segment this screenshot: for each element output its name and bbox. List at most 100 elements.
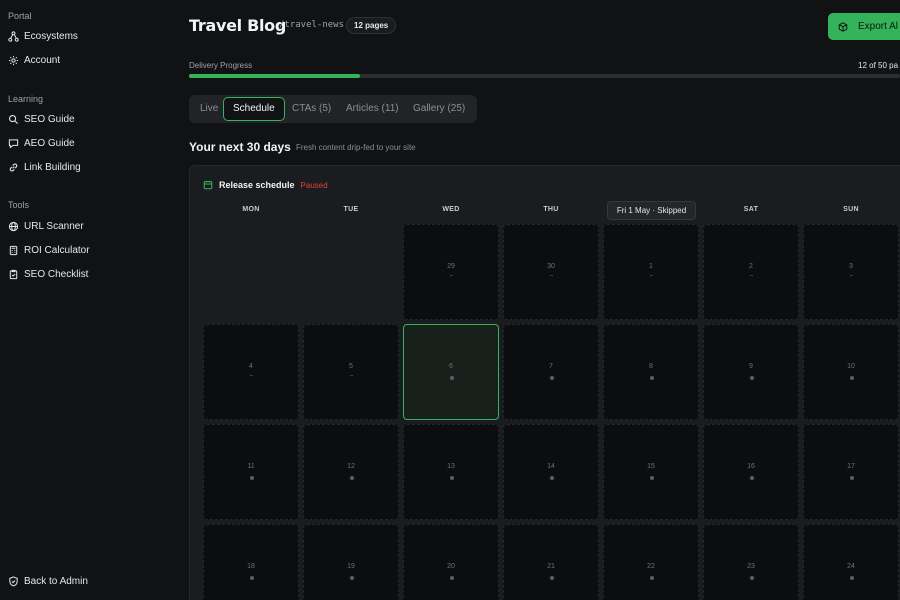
sidebar-heading: Portal bbox=[8, 11, 32, 21]
day-number: 30 bbox=[547, 263, 555, 270]
calendar-day[interactable]: 7 bbox=[503, 324, 599, 420]
export-button-label: Export Al bbox=[858, 21, 899, 32]
sidebar-item-url-scanner[interactable]: URL Scanner bbox=[0, 214, 172, 238]
calendar-day[interactable]: 4 bbox=[203, 324, 299, 420]
day-number: 12 bbox=[347, 463, 355, 470]
calendar-day[interactable]: 1 bbox=[603, 224, 699, 320]
delivery-progress-count: 12 of 50 pa bbox=[858, 61, 899, 70]
delivery-progress-bar bbox=[189, 74, 900, 78]
calendar-day[interactable]: 22 bbox=[603, 524, 699, 600]
scheduled-dot bbox=[350, 576, 354, 580]
day-number: 1 bbox=[649, 263, 653, 270]
sidebar-item-seo-guide[interactable]: SEO Guide bbox=[0, 107, 172, 131]
sidebar-item-ecosystems[interactable]: Ecosystems bbox=[0, 24, 172, 48]
day-number: 21 bbox=[547, 563, 555, 570]
calendar-day[interactable]: 12 bbox=[303, 424, 399, 520]
weekday-sun: SUN bbox=[843, 206, 859, 213]
calendar-day[interactable]: 23 bbox=[703, 524, 799, 600]
calendar-day[interactable]: 13 bbox=[403, 424, 499, 520]
sidebar-item-link-building[interactable]: Link Building bbox=[0, 155, 172, 179]
tab-bar: Live Schedule CTAs (5) Articles (11) Gal… bbox=[189, 95, 477, 123]
sidebar-item-label: Link Building bbox=[24, 161, 81, 173]
tab-gallery[interactable]: Gallery (25) bbox=[413, 95, 465, 123]
tab-live[interactable]: Live bbox=[200, 95, 218, 123]
clipboard-check-icon bbox=[9, 269, 18, 279]
sidebar-item-aeo-guide[interactable]: AEO Guide bbox=[0, 131, 172, 155]
calendar-icon bbox=[203, 180, 213, 190]
day-number: 24 bbox=[847, 563, 855, 570]
globe-icon bbox=[8, 221, 19, 231]
sidebar-item-roi-calculator[interactable]: ROI Calculator bbox=[0, 238, 172, 262]
site-slug: /travel-news bbox=[279, 20, 345, 30]
export-button[interactable]: Export Al bbox=[828, 13, 900, 40]
calendar-day[interactable]: 3 bbox=[803, 224, 899, 320]
calendar-day[interactable]: 8 bbox=[603, 324, 699, 420]
scheduled-dot bbox=[650, 476, 654, 480]
scheduled-dot bbox=[550, 476, 554, 480]
day-number: 7 bbox=[549, 363, 553, 370]
calendar-day[interactable]: 5 bbox=[303, 324, 399, 420]
day-number: 17 bbox=[847, 463, 855, 470]
calendar-day[interactable]: 10 bbox=[803, 324, 899, 420]
day-number: 20 bbox=[447, 563, 455, 570]
scheduled-dot bbox=[450, 576, 454, 580]
weekday-thu: THU bbox=[543, 206, 559, 213]
sidebar-heading: Tools bbox=[8, 200, 30, 210]
scheduled-dot bbox=[650, 376, 654, 380]
calendar-day[interactable]: 11 bbox=[203, 424, 299, 520]
network-icon bbox=[8, 30, 19, 42]
back-to-admin-link[interactable]: Back to Admin bbox=[0, 569, 172, 593]
sidebar-item-label: Back to Admin bbox=[24, 575, 88, 587]
tab-ctas[interactable]: CTAs (5) bbox=[292, 95, 331, 123]
sidebar-section-learning: Learning SEO Guide AEO Guide Link Buildi… bbox=[0, 92, 172, 179]
sidebar-item-label: URL Scanner bbox=[24, 220, 84, 232]
scheduled-dot bbox=[450, 376, 454, 380]
calendar-day[interactable]: 16 bbox=[703, 424, 799, 520]
scheduled-dot bbox=[850, 376, 854, 380]
empty-marker bbox=[350, 375, 353, 376]
search-icon bbox=[9, 114, 19, 124]
empty-marker bbox=[450, 275, 453, 276]
delivery-progress-fill bbox=[189, 74, 360, 78]
day-number: 5 bbox=[349, 363, 353, 370]
calendar-day[interactable]: 18 bbox=[203, 524, 299, 600]
section-subtitle: Fresh content drip-fed to your site bbox=[296, 143, 416, 152]
calendar-day[interactable]: 20 bbox=[403, 524, 499, 600]
day-number: 19 bbox=[347, 563, 355, 570]
day-number: 13 bbox=[447, 463, 455, 470]
calendar-day[interactable]: 21 bbox=[503, 524, 599, 600]
empty-marker bbox=[550, 275, 553, 276]
calendar-day[interactable]: 9 bbox=[703, 324, 799, 420]
calendar-day[interactable]: 24 bbox=[803, 524, 899, 600]
scheduled-dot bbox=[550, 376, 554, 380]
sidebar-item-account[interactable]: Account bbox=[0, 48, 172, 72]
calendar-day[interactable]: 15 bbox=[603, 424, 699, 520]
status-badge: Paused bbox=[300, 180, 328, 190]
calendar-day[interactable]: 17 bbox=[803, 424, 899, 520]
weekday-sat: SAT bbox=[743, 206, 759, 213]
delivery-progress-label: Delivery Progress bbox=[189, 61, 253, 70]
calendar-day[interactable]: 29 bbox=[403, 224, 499, 320]
tab-schedule[interactable]: Schedule bbox=[223, 97, 285, 121]
sidebar-item-label: Account bbox=[24, 54, 61, 66]
calendar-day[interactable]: 14 bbox=[503, 424, 599, 520]
sidebar-item-label: Ecosystems bbox=[24, 30, 78, 42]
day-number: 14 bbox=[547, 463, 555, 470]
sidebar-item-seo-checklist[interactable]: SEO Checklist bbox=[0, 262, 172, 286]
scheduled-dot bbox=[250, 476, 254, 480]
sidebar-item-label: SEO Checklist bbox=[24, 268, 89, 280]
calendar-day-today[interactable]: 6 bbox=[403, 324, 499, 420]
calendar-day[interactable]: 2 bbox=[703, 224, 799, 320]
calendar-day[interactable]: 30 bbox=[503, 224, 599, 320]
empty-marker bbox=[650, 275, 653, 276]
scheduled-dot bbox=[750, 476, 754, 480]
gear-icon bbox=[8, 55, 19, 65]
shield-icon bbox=[9, 575, 18, 586]
calendar-day[interactable]: 19 bbox=[303, 524, 399, 600]
day-number: 18 bbox=[247, 563, 255, 570]
day-number: 6 bbox=[449, 363, 453, 370]
tab-articles[interactable]: Articles (11) bbox=[346, 95, 399, 123]
weekday-mon: MON bbox=[242, 206, 260, 213]
day-number: 23 bbox=[747, 563, 755, 570]
scheduled-dot bbox=[650, 576, 654, 580]
